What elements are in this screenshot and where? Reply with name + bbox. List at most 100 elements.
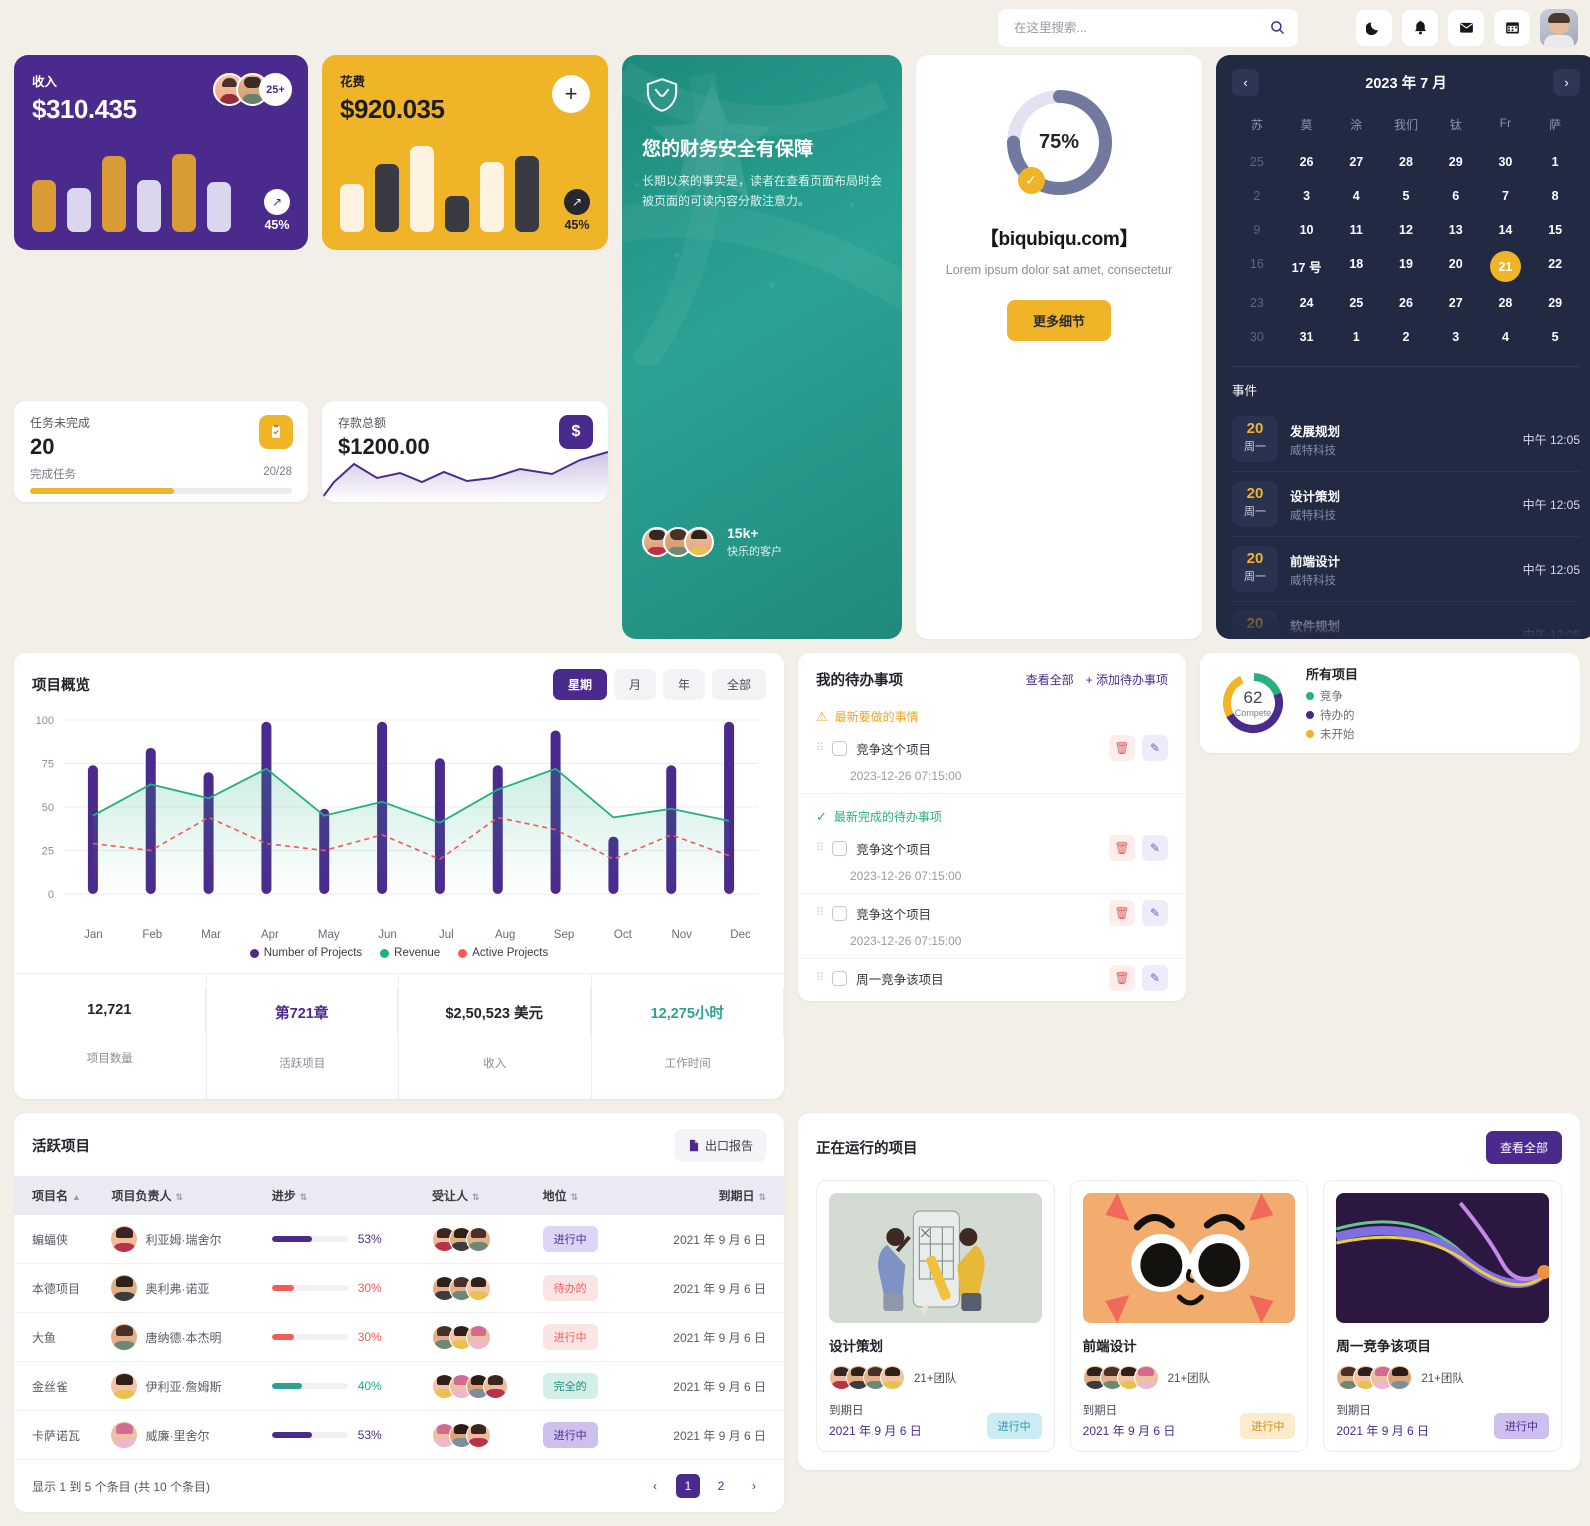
trash-icon[interactable]: 🗑 (1109, 965, 1135, 991)
pencil-icon[interactable]: ✎ (1142, 900, 1168, 926)
calendar-day[interactable]: 20 (1431, 249, 1481, 284)
more-details-button[interactable]: 更多细节 (1006, 299, 1111, 341)
sort-icon[interactable]: ⇅ (758, 1192, 766, 1202)
calendar-day[interactable]: 29 (1431, 147, 1481, 177)
calendar-day[interactable]: 24 (1282, 288, 1332, 318)
calendar-day[interactable]: 18 (1331, 249, 1381, 284)
export-report-button[interactable]: 出口报告 (674, 1129, 766, 1162)
calendar-day[interactable]: 28 (1481, 288, 1531, 318)
calendar-day[interactable]: 13 (1431, 215, 1481, 245)
drag-handle-icon[interactable]: ⠿ (816, 972, 824, 983)
pencil-icon[interactable]: ✎ (1142, 835, 1168, 861)
calendar-day[interactable]: 22 (1530, 249, 1580, 284)
calendar-day[interactable]: 5 (1381, 181, 1431, 211)
calendar-day[interactable]: 10 (1282, 215, 1332, 245)
calendar-day[interactable]: 15 (1530, 215, 1580, 245)
calendar-next-button[interactable]: › (1552, 69, 1580, 96)
todo-checkbox[interactable] (832, 905, 848, 921)
calendar-day[interactable]: 2 (1232, 181, 1282, 211)
sort-icon[interactable]: ⇅ (300, 1192, 308, 1202)
running-project-card[interactable]: 设计策划 21+团队 到期日 2021 年 9 月 6 日 进行中 (816, 1180, 1055, 1452)
running-project-card[interactable]: 前端设计 21+团队 到期日 2021 年 9 月 6 日 进行中 (1069, 1180, 1309, 1452)
calendar-day[interactable]: 27 (1331, 147, 1381, 177)
table-column-header[interactable]: 进步 ⇅ (272, 1176, 432, 1215)
calendar-day[interactable]: 5 (1530, 322, 1580, 352)
calendar-icon[interactable] (1494, 9, 1530, 46)
overview-tab[interactable]: 全部 (711, 669, 766, 700)
calendar-day[interactable]: 16 (1232, 249, 1282, 284)
calendar-day[interactable]: 7 (1481, 181, 1531, 211)
table-column-header[interactable]: 到期日 ⇅ (623, 1176, 784, 1215)
avatar[interactable] (1540, 8, 1578, 47)
calendar-prev-button[interactable]: ‹ (1232, 69, 1259, 96)
overview-tab[interactable]: 年 (662, 669, 705, 700)
calendar-day[interactable]: 26 (1282, 147, 1332, 177)
calendar-day[interactable]: 29 (1530, 288, 1580, 318)
sort-icon[interactable]: ⇅ (176, 1192, 184, 1202)
pagination-next[interactable]: › (742, 1474, 766, 1498)
pencil-icon[interactable]: ✎ (1142, 965, 1168, 991)
running-view-all-button[interactable]: 查看全部 (1485, 1131, 1562, 1164)
todo-checkbox[interactable] (832, 740, 848, 756)
calendar-day[interactable]: 27 (1431, 288, 1481, 318)
calendar-day[interactable]: 4 (1481, 322, 1531, 352)
running-project-card[interactable]: 周一竞争该项目 21+团队 到期日 2021 年 9 月 6 日 进行中 (1323, 1180, 1562, 1452)
todo-checkbox[interactable] (832, 840, 848, 856)
calendar-day[interactable]: 17 号 (1282, 249, 1332, 284)
trash-icon[interactable]: 🗑 (1109, 900, 1135, 926)
calendar-day[interactable]: 8 (1530, 181, 1580, 211)
calendar-day[interactable]: 21 (1481, 249, 1531, 284)
table-column-header[interactable]: 地位 ⇅ (543, 1176, 623, 1215)
moon-icon[interactable] (1356, 9, 1392, 46)
calendar-day[interactable]: 28 (1381, 147, 1431, 177)
calendar-day[interactable]: 31 (1282, 322, 1332, 352)
drag-handle-icon[interactable]: ⠿ (816, 742, 824, 753)
calendar-day[interactable]: 30 (1481, 147, 1531, 177)
mail-icon[interactable] (1448, 9, 1484, 46)
trash-icon[interactable]: 🗑 (1109, 835, 1135, 861)
overview-tab[interactable]: 月 (613, 669, 656, 700)
todo-view-all-link[interactable]: 查看全部 (1026, 671, 1074, 688)
search-input[interactable] (998, 8, 1298, 47)
calendar-day[interactable]: 25 (1232, 147, 1282, 177)
search-box[interactable] (998, 8, 1298, 47)
pagination-page[interactable]: 1 (676, 1474, 700, 1498)
calendar-day[interactable]: 6 (1431, 181, 1481, 211)
table-column-header[interactable]: 项目名 ▲ (14, 1176, 111, 1215)
calendar-day[interactable]: 11 (1331, 215, 1381, 245)
calendar-day[interactable]: 12 (1381, 215, 1431, 245)
table-column-header[interactable]: 受让人 ⇅ (432, 1176, 543, 1215)
calendar-day[interactable]: 14 (1481, 215, 1531, 245)
bell-icon[interactable] (1402, 9, 1438, 46)
drag-handle-icon[interactable]: ⠿ (816, 842, 824, 853)
event-item[interactable]: 20 周一 设计策划 威特科技 中午 12:05 (1232, 472, 1580, 537)
event-item[interactable]: 20 周一 前端设计 威特科技 中午 12:05 (1232, 537, 1580, 602)
todo-add-link[interactable]: + 添加待办事项 (1086, 671, 1168, 688)
calendar-day[interactable]: 4 (1331, 181, 1381, 211)
sort-icon[interactable]: ⇅ (472, 1192, 480, 1202)
todo-checkbox[interactable] (832, 970, 848, 986)
sort-icon[interactable]: ⇅ (571, 1192, 579, 1202)
add-expense-button[interactable]: + (552, 75, 590, 113)
calendar-day[interactable]: 9 (1232, 215, 1282, 245)
sort-icon[interactable]: ▲ (72, 1192, 81, 1202)
calendar-day[interactable]: 3 (1282, 181, 1332, 211)
calendar-day[interactable]: 1 (1530, 147, 1580, 177)
calendar-day[interactable]: 26 (1381, 288, 1431, 318)
calendar-day[interactable]: 3 (1431, 322, 1481, 352)
table-column-header[interactable]: 项目负责人 ⇅ (111, 1176, 271, 1215)
calendar-day[interactable]: 2 (1381, 322, 1431, 352)
trash-icon[interactable]: 🗑 (1109, 735, 1135, 761)
overview-tab[interactable]: 星期 (552, 669, 607, 700)
calendar-day[interactable]: 25 (1331, 288, 1381, 318)
calendar-day[interactable]: 1 (1331, 322, 1381, 352)
calendar-day[interactable]: 30 (1232, 322, 1282, 352)
pencil-icon[interactable]: ✎ (1142, 735, 1168, 761)
pagination-page[interactable]: 2 (709, 1474, 733, 1498)
pagination-prev[interactable]: ‹ (643, 1474, 667, 1498)
revenue-avatars[interactable]: 25+ (213, 73, 292, 106)
calendar-day[interactable]: 23 (1232, 288, 1282, 318)
event-item[interactable]: 20 周一 发展规划 威特科技 中午 12:05 (1232, 407, 1580, 472)
search-icon[interactable] (1270, 20, 1285, 35)
drag-handle-icon[interactable]: ⠿ (816, 907, 824, 918)
